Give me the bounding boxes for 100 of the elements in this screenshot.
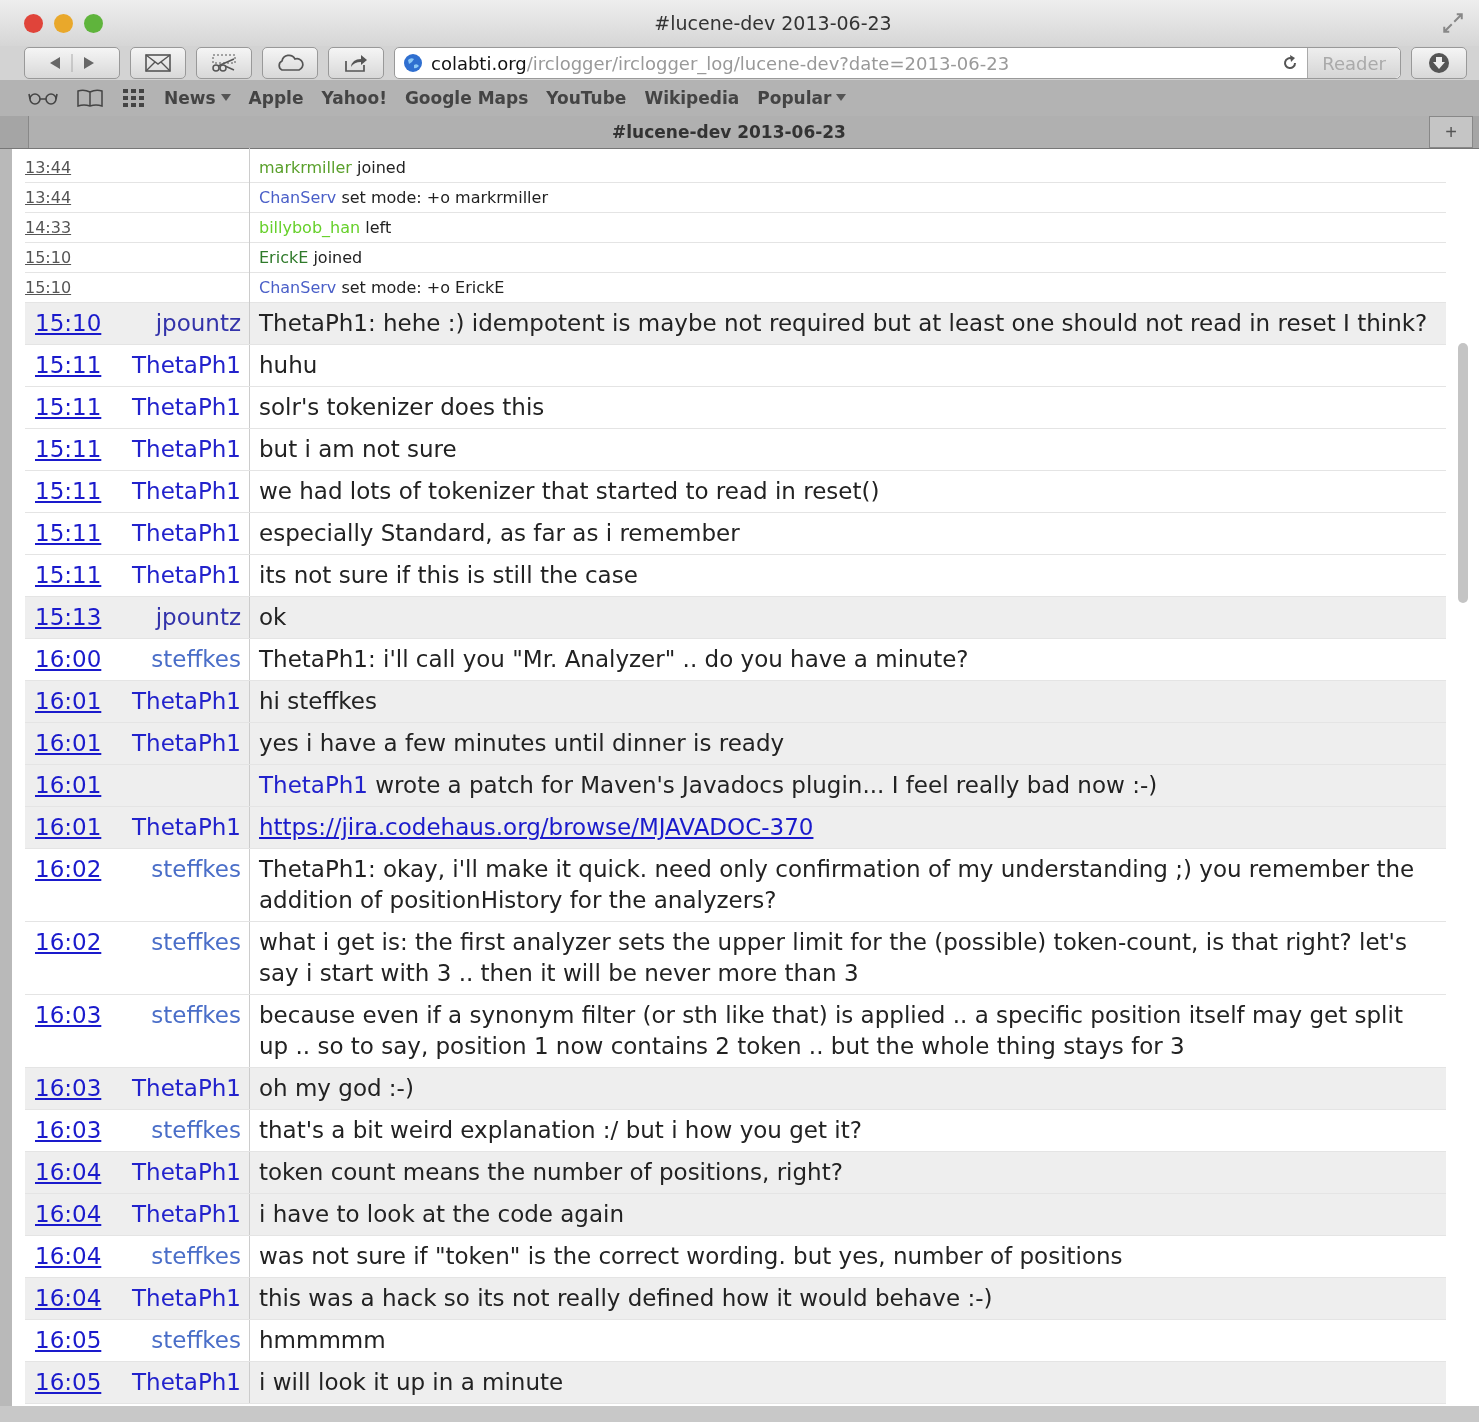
time-link[interactable]: 16:02 bbox=[25, 856, 102, 882]
time-link[interactable]: 16:01 bbox=[25, 814, 102, 840]
time-link[interactable]: 16:03 bbox=[25, 1002, 102, 1028]
cloud-button[interactable] bbox=[262, 47, 318, 79]
nick-name: ThetaPh1 bbox=[132, 478, 241, 504]
message-text: was not sure if "token" is the correct wording. but yes, number of positions bbox=[259, 1243, 1123, 1269]
message-text: i have to look at the code again bbox=[259, 1201, 625, 1227]
message-text: that's a bit weird explanation :/ but i how you get it? bbox=[259, 1117, 862, 1143]
book-icon[interactable] bbox=[76, 88, 104, 108]
time-link[interactable]: 16:03 bbox=[25, 1075, 102, 1101]
nick-name: ThetaPh1 bbox=[132, 394, 241, 420]
bookmark-link[interactable]: YouTube bbox=[546, 88, 627, 108]
nick-name: steffkes bbox=[151, 646, 241, 672]
envelope-icon bbox=[145, 54, 171, 72]
time-link[interactable]: 15:13 bbox=[25, 604, 102, 630]
time-link[interactable]: 16:04 bbox=[25, 1159, 102, 1185]
time-link[interactable]: 14:33 bbox=[25, 208, 250, 247]
fullscreen-icon[interactable] bbox=[1443, 13, 1463, 33]
message-text: token count means the number of positions, right? bbox=[259, 1159, 843, 1185]
scissors-button[interactable] bbox=[196, 47, 252, 79]
mail-button[interactable] bbox=[130, 47, 186, 79]
event-message: set mode: +o markrmiller bbox=[341, 188, 548, 207]
glasses-icon[interactable] bbox=[28, 91, 58, 105]
message-text: this was a hack so its not really defined how it would behave :-) bbox=[259, 1285, 993, 1311]
message-text: we had lots of tokenizer that started to read in reset() bbox=[259, 478, 880, 504]
nick-name: ThetaPh1 bbox=[132, 520, 241, 546]
message-text: especially Standard, as far as i remember bbox=[259, 520, 740, 546]
share-icon bbox=[343, 53, 369, 73]
new-tab-button[interactable]: + bbox=[1429, 116, 1473, 148]
bookmark-link[interactable]: Wikipedia bbox=[644, 88, 740, 108]
nick-name: ThetaPh1 bbox=[132, 1285, 241, 1311]
time-link[interactable]: 15:11 bbox=[25, 562, 102, 588]
time-link[interactable]: 16:05 bbox=[25, 1369, 102, 1395]
time-link[interactable]: 16:01 bbox=[25, 688, 102, 714]
nick-name: ThetaPh1 bbox=[132, 1369, 241, 1395]
time-link[interactable]: 16:04 bbox=[25, 1243, 102, 1269]
cloud-icon bbox=[275, 53, 305, 73]
nick-name: ChanServ bbox=[259, 188, 337, 207]
time-link[interactable]: 16:04 bbox=[25, 1285, 102, 1311]
message-text: what i get is: the first analyzer sets the upper limit for the (possible) token-count, is that right? let's say i start with 3 .. then it will be never more than 3 bbox=[259, 929, 1407, 986]
time-link[interactable]: 16:00 bbox=[25, 646, 102, 672]
nick-name: steffkes bbox=[151, 1002, 241, 1028]
bookmark-link[interactable]: Apple bbox=[248, 88, 304, 108]
message-text: hmmmmm bbox=[259, 1327, 386, 1353]
message-link[interactable]: https://jira.codehaus.org/browse/MJAVADOC-370 bbox=[259, 814, 814, 840]
event-message: joined bbox=[356, 158, 406, 177]
message-text: its not sure if this is still the case bbox=[259, 562, 638, 588]
time-link[interactable]: 16:02 bbox=[25, 929, 102, 955]
nick-name: steffkes bbox=[151, 1327, 241, 1353]
nick-name: ThetaPh1 bbox=[132, 814, 241, 840]
grid-icon[interactable] bbox=[122, 88, 146, 108]
nick-name: ThetaPh1 bbox=[132, 688, 241, 714]
event-message: set mode: +o ErickE bbox=[341, 278, 505, 297]
browser-tab[interactable]: #lucene-dev 2013-06-23 bbox=[28, 116, 1429, 148]
time-link[interactable]: 15:11 bbox=[25, 352, 102, 378]
nick-name: ThetaPh1 bbox=[132, 1201, 241, 1227]
nick-name: ThetaPh1 bbox=[132, 352, 241, 378]
message-text: ThetaPh1: okay, i'll make it quick. need only confirmation of my understanding ;) you remember the addition of positionHistory for the analyzers? bbox=[259, 856, 1415, 913]
downloads-button[interactable] bbox=[1411, 47, 1467, 79]
nick-name: ThetaPh1 bbox=[132, 1075, 241, 1101]
bookmark-link[interactable]: Google Maps bbox=[404, 88, 529, 108]
nick-name: jpountz bbox=[155, 604, 241, 630]
nick-name: steffkes bbox=[151, 1117, 241, 1143]
scissors-icon bbox=[210, 53, 238, 73]
share-button[interactable] bbox=[328, 47, 384, 79]
nick-name: ThetaPh1 bbox=[132, 730, 241, 756]
time-link[interactable]: 15:11 bbox=[25, 478, 102, 504]
globe-icon bbox=[403, 53, 423, 73]
close-icon[interactable] bbox=[24, 13, 43, 33]
message-text: ok bbox=[259, 604, 287, 630]
message-text: huhu bbox=[259, 352, 318, 378]
time-link[interactable]: 13:44 bbox=[25, 148, 250, 187]
address-field[interactable]: colabti.org/irclogger/irclogger_log/lucene-dev?date=2013-06-23 Reader bbox=[394, 47, 1401, 79]
time-link[interactable]: 13:44 bbox=[25, 178, 250, 217]
event-message: left bbox=[365, 218, 392, 237]
time-link[interactable]: 16:01 bbox=[25, 730, 102, 756]
event-message: joined bbox=[313, 248, 363, 267]
bookmark-link[interactable]: Yahoo! bbox=[321, 88, 387, 108]
time-link[interactable]: 15:11 bbox=[25, 394, 102, 420]
bookmark-link[interactable]: Popular bbox=[757, 88, 847, 108]
message-text: i will look it up in a minute bbox=[259, 1369, 564, 1395]
nick-name: markrmiller bbox=[259, 158, 352, 177]
time-link[interactable]: 15:11 bbox=[25, 436, 102, 462]
bookmark-link[interactable]: News bbox=[164, 88, 231, 108]
download-icon bbox=[1428, 52, 1450, 74]
time-link[interactable]: 15:10 bbox=[25, 310, 102, 336]
time-link[interactable]: 15:10 bbox=[25, 238, 250, 277]
time-link[interactable]: 16:04 bbox=[25, 1201, 102, 1227]
nick-name: billybob_han bbox=[259, 218, 361, 237]
time-link[interactable]: 16:01 bbox=[25, 772, 102, 798]
time-link[interactable]: 15:11 bbox=[25, 520, 102, 546]
time-link[interactable]: 16:03 bbox=[25, 1117, 102, 1143]
nick-name: ErickE bbox=[259, 248, 309, 267]
message-text: hi steffkes bbox=[259, 688, 377, 714]
window-title: #lucene-dev 2013-06-23 bbox=[653, 12, 893, 34]
nick-name: ChanServ bbox=[259, 278, 337, 297]
message-text: oh my god :-) bbox=[259, 1075, 414, 1101]
back-forward-button[interactable] bbox=[24, 47, 120, 79]
time-link[interactable]: 16:05 bbox=[25, 1327, 102, 1353]
message-text: because even if a synonym filter (or sth like that) is applied .. a specific position itself may get split up .. so to say, position 1 now contains 2 token .. but the whole thing stays for 3 bbox=[259, 1002, 1403, 1059]
